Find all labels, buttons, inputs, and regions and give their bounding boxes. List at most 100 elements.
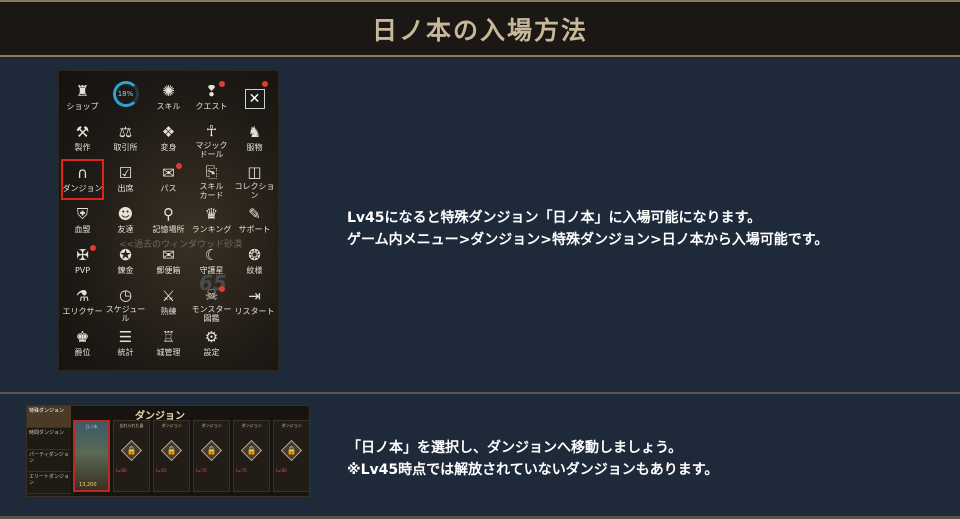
menu-item-label: 紋様 [246,266,263,275]
menu-item-19[interactable]: ✎ サポート [233,200,276,241]
friends-icon: ☻ [117,204,134,223]
menu-item-label: ランキング [191,225,232,234]
dungeon-sidebar-item[interactable]: エリートダンジョン [27,472,71,494]
stats-book-icon: ☰ [118,327,133,346]
menu-item-label: 製作 [74,143,91,152]
menu-item-4[interactable]: ✕ [233,77,276,118]
scale-icon: ⚖ [118,122,133,141]
menu-item-label: リスタート [234,307,275,316]
chat-bubble-icon: ✎ [248,204,261,223]
checkbox-icon: ☑ [118,163,133,182]
menu-item-12[interactable]: ✉ パス [147,159,190,200]
menu-item-7[interactable]: ❖ 変身 [147,118,190,159]
menu-item-29[interactable]: ⇥ リスタート [233,282,276,323]
dungeon-card-name: ダンジョン [201,423,222,428]
dungeon-sidebar-item[interactable]: 時間ダンジョン [27,428,71,450]
step-1-line-1: Lv45になると特殊ダンジョン「日ノ本」に入場可能になります。 [347,210,762,226]
menu-item-11[interactable]: ☑ 出席 [104,159,147,200]
menu-item-24[interactable]: ❂ 紋様 [233,241,276,282]
dungeon-select-screenshot: 特殊ダンジョン 時間ダンジョン パーティダンジョン エリートダンジョン ダンジョン 日… [26,405,310,497]
menu-item-31[interactable]: ☰ 統計 [104,323,147,364]
step-2-description: 「日ノ本」を選択し、ダンジョンへ移動しましょう。 ※Lv45時点では解放されてい… [347,437,718,481]
menu-item-2[interactable]: ✺ スキル [147,77,190,118]
notification-dot [219,286,225,292]
menu-item-label: モンスター 図鑑 [191,305,232,323]
menu-item-label: PVP [74,266,91,275]
dungeon-sidebar-item[interactable]: パーティダンジョン [27,450,71,472]
boot-icon: ♞ [247,122,262,141]
menu-item-label: 城管理 [156,348,181,357]
menu-item-28[interactable]: ☠ モンスター 図鑑 [190,282,233,323]
mastery-icon: ⚔ [161,286,176,305]
close-icon: ✕ [244,89,265,109]
menu-item-1[interactable]: 18% [104,77,147,118]
menu-item-label: 設定 [203,348,220,357]
menu-item-27[interactable]: ⚔ 熟練 [147,282,190,323]
menu-item-6[interactable]: ⚖ 取引所 [104,118,147,159]
menu-item-label: パス [160,184,177,193]
menu-item-label: 取引所 [113,143,138,152]
menu-item-3[interactable]: ❢ クエスト [190,77,233,118]
step-2-line-2: ※Lv45時点では解放されていないダンジョンもあります。 [347,462,719,478]
menu-item-21[interactable]: ✪ 錬金 [104,241,147,282]
transform-card-icon: ❖ [161,122,176,141]
dungeon-card-level: Lv.75 [236,468,247,473]
menu-item-23[interactable]: ☾ 守護星 [190,241,233,282]
menu-item-9[interactable]: ♞ 服物 [233,118,276,159]
menu-item-17[interactable]: ⚲ 記憶場所 [147,200,190,241]
dungeon-card[interactable]: ダンジョン 🔒 Lv.75 [233,420,270,492]
dungeon-sidebar: 特殊ダンジョン 時間ダンジョン パーティダンジョン エリートダンジョン [27,406,71,496]
menu-item-30[interactable]: ♚ 爵位 [61,323,104,364]
lock-icon: 🔒 [286,446,297,455]
dungeon-card-selected[interactable]: 日ノ本 13,200 [73,420,110,492]
menu-item-label: コレクション [234,182,275,200]
menu-item-0[interactable]: ♜ ショップ [61,77,104,118]
progress-ring-icon: 18% [112,81,139,107]
map-pin-icon: ⚲ [163,204,174,223]
elixir-icon: ⚗ [75,286,90,305]
dungeon-sidebar-item[interactable]: 特殊ダンジョン [27,406,71,428]
trophy-icon: ♛ [204,204,219,223]
menu-item-18[interactable]: ♛ ランキング [190,200,233,241]
dungeon-card[interactable]: ダンジョン 🔒 Lv.65 [153,420,190,492]
menu-item-22[interactable]: ✉ 郵便箱 [147,241,190,282]
dungeon-card-count: 13,200 [79,482,97,488]
menu-item-13[interactable]: ⎘ スキル カード [190,159,233,200]
menu-item-20[interactable]: ✠ PVP [61,241,104,282]
menu-item-26[interactable]: ◷ スケジュール [104,282,147,323]
menu-item-8[interactable]: ☥ マジック ドール [190,118,233,159]
menu-item-label: 熟練 [160,307,177,316]
gear-icon: ⚙ [204,327,219,346]
menu-item-label: 郵便箱 [156,266,181,275]
dungeon-card-level: Lv.70 [196,468,207,473]
castle-icon: ♖ [161,327,176,346]
menu-item-5[interactable]: ⚒ 製作 [61,118,104,159]
dungeon-card-list: 日ノ本 13,200 忘れられた島 🔒 Lv.60 ダンジョン 🔒 Lv.65 ダンジョン 🔒 Lv… [73,420,309,492]
schedule-icon: ◷ [118,285,133,304]
dungeon-card[interactable]: ダンジョン 🔒 Lv.80 [273,420,309,492]
menu-item-25[interactable]: ⚗ エリクサー [61,282,104,323]
step-1-line-2: ゲーム内メニュー>ダンジョン>特殊ダンジョン>日ノ本から入場可能です。 [347,232,829,248]
menu-item-label: クエスト [195,102,228,111]
menu-item-32[interactable]: ♖ 城管理 [147,323,190,364]
menu-item-16[interactable]: ☻ 友達 [104,200,147,241]
menu-item-10[interactable]: ∩ ダンジョン [61,159,104,200]
dungeon-card-name: ダンジョン [241,423,262,428]
step-2-line-1: 「日ノ本」を選択し、ダンジョンへ移動しましょう。 [347,440,683,456]
dungeon-card[interactable]: ダンジョン 🔒 Lv.70 [193,420,230,492]
menu-item-14[interactable]: ◫ コレクション [233,159,276,200]
menu-item-label: ダンジョン [62,184,103,193]
menu-item-label: スケジュール [105,305,146,323]
menu-item-15[interactable]: ⛨ 血盟 [61,200,104,241]
menu-item-label: エリクサー [62,307,103,316]
menu-item-label: 記憶場所 [152,225,185,234]
menu-item-label: スキル カード [199,182,224,200]
menu-item-label: 錬金 [117,266,134,275]
dungeon-card-name: 忘れられた島 [119,423,144,428]
dungeon-card[interactable]: 忘れられた島 🔒 Lv.60 [113,420,150,492]
menu-item-label: ショップ [66,102,99,111]
dungeon-card-level: Lv.65 [156,468,167,473]
exit-icon: ⇥ [248,286,261,305]
page-title: 日ノ本の入場方法 [371,15,588,45]
menu-item-33[interactable]: ⚙ 設定 [190,323,233,364]
